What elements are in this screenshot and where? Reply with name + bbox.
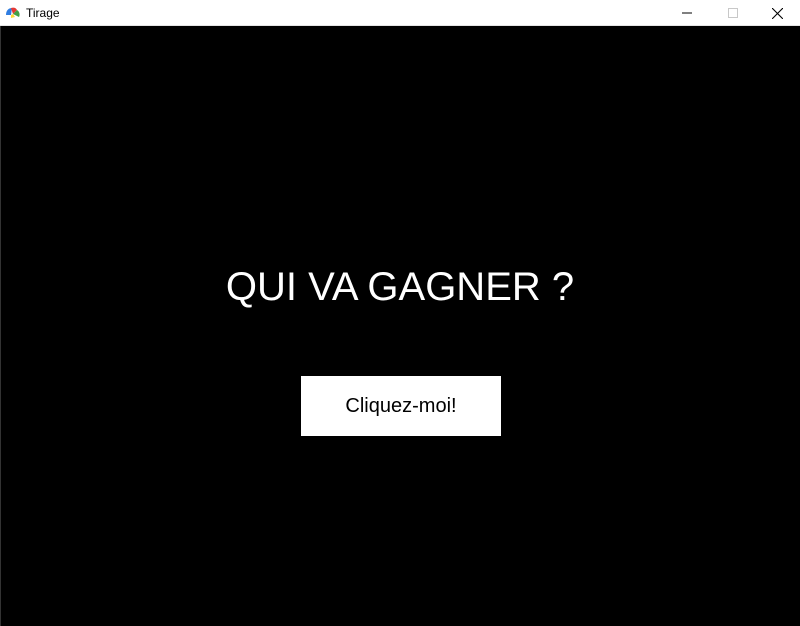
window-title: Tirage — [26, 6, 60, 20]
minimize-button[interactable] — [664, 0, 710, 26]
close-icon — [771, 7, 783, 19]
maximize-icon — [728, 8, 738, 18]
close-button[interactable] — [754, 0, 800, 26]
app-icon — [5, 6, 21, 20]
main-canvas: QUI VA GAGNER ? Cliquez-moi! — [1, 26, 799, 625]
minimize-icon — [682, 12, 692, 14]
maximize-button[interactable] — [710, 0, 756, 26]
title-bar[interactable]: Tirage — [0, 0, 800, 26]
app-window: Tirage QUI VA GAGNER ? Cliquez-moi! — [0, 0, 800, 626]
click-me-button[interactable]: Cliquez-moi! — [301, 376, 501, 436]
headline-text: QUI VA GAGNER ? — [225, 265, 575, 309]
